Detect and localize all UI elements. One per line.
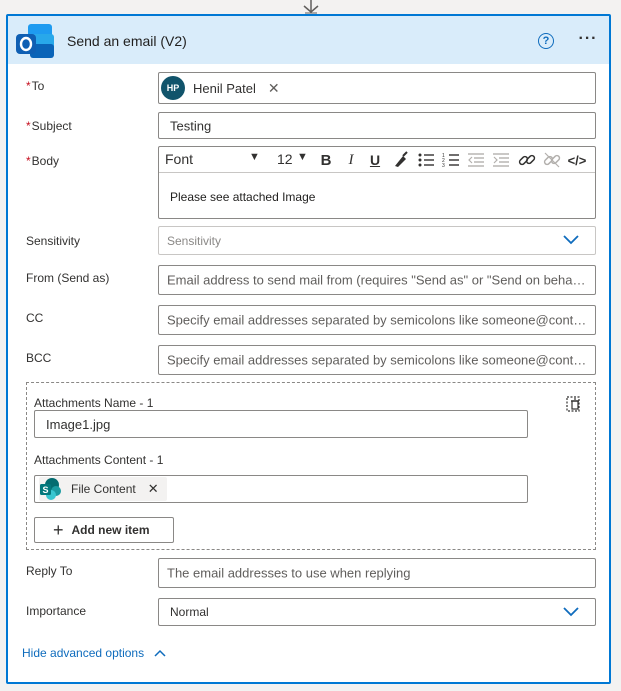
svg-text:S: S [43, 485, 49, 495]
chevron-down-icon [563, 607, 579, 617]
italic-icon[interactable]: I [341, 150, 361, 170]
highlight-icon[interactable] [391, 150, 411, 170]
bcc-placeholder: Specify email addresses separated by sem… [167, 352, 587, 368]
attachments-name-label: Attachments Name - 1 [34, 396, 154, 410]
attachments-group: Attachments Name - 1 Image1.jpg Attachme… [26, 382, 596, 550]
file-content-chip[interactable]: S File Content ✕ [39, 477, 167, 501]
remove-chip-icon[interactable]: ✕ [148, 481, 159, 497]
body-editor[interactable]: Font ▼ 12 ▼ B I U 123 </> Please see att… [158, 146, 596, 219]
recipient-name: Henil Patel [193, 80, 256, 96]
bcc-label: BCC [26, 351, 52, 365]
body-text: Please see attached Image [170, 190, 316, 204]
svg-text:3: 3 [442, 163, 445, 169]
reply-to-placeholder: The email addresses to use when replying [167, 565, 411, 581]
font-select[interactable]: Font [165, 151, 193, 167]
rich-text-toolbar: Font ▼ 12 ▼ B I U 123 </> [159, 147, 595, 173]
unlink-icon[interactable] [542, 150, 562, 170]
decrease-indent-icon[interactable] [466, 150, 486, 170]
bold-icon[interactable]: B [316, 150, 336, 170]
attachments-name-value: Image1.jpg [46, 417, 111, 432]
help-button[interactable]: ? [538, 33, 554, 49]
subject-value: Testing [170, 118, 212, 133]
bullet-list-icon[interactable] [416, 150, 436, 170]
hide-advanced-options-link[interactable]: Hide advanced options [22, 646, 166, 660]
chevron-down-icon [563, 235, 579, 245]
recipient-chip[interactable]: HP Henil Patel ✕ [161, 75, 288, 101]
sensitivity-label: Sensitivity [26, 234, 81, 248]
add-new-item-label: Add new item [71, 523, 150, 537]
add-new-item-button[interactable]: + Add new item [34, 517, 174, 543]
reply-to-input[interactable]: The email addresses to use when replying [158, 558, 596, 588]
underline-icon[interactable]: U [365, 150, 385, 170]
increase-indent-icon[interactable] [491, 150, 511, 170]
chevron-up-icon [154, 649, 166, 657]
from-label: From (Send as) [26, 271, 110, 285]
remove-recipient-icon[interactable]: ✕ [268, 80, 280, 97]
required-asterisk: * [26, 79, 31, 93]
sensitivity-placeholder: Sensitivity [167, 233, 222, 248]
cc-label: CC [26, 311, 44, 325]
connector-arrow-icon [303, 0, 319, 14]
font-size-dropdown-arrow-icon[interactable]: ▼ [297, 151, 308, 163]
required-asterisk: * [26, 119, 31, 133]
numbered-list-icon[interactable]: 123 [441, 150, 461, 170]
file-content-label: File Content [71, 482, 136, 496]
attachments-content-input[interactable]: S File Content ✕ [34, 475, 528, 503]
hide-advanced-label: Hide advanced options [22, 646, 145, 660]
from-input[interactable]: Email address to send mail from (require… [158, 265, 596, 295]
send-email-action-card: Send an email (V2) ? ··· *To HP Henil Pa… [6, 14, 611, 684]
outlook-logo-icon [16, 24, 54, 58]
font-size-select[interactable]: 12 [277, 151, 293, 167]
delete-item-icon[interactable] [565, 395, 583, 413]
importance-label: Importance [26, 604, 87, 618]
plus-icon: + [53, 520, 64, 540]
avatar: HP [161, 76, 185, 100]
required-asterisk: * [26, 154, 31, 168]
reply-to-label: Reply To [26, 564, 73, 578]
sharepoint-logo-icon: S [40, 478, 61, 500]
link-icon[interactable] [517, 150, 537, 170]
importance-dropdown[interactable]: Normal [158, 598, 596, 626]
body-label: *Body [26, 154, 60, 168]
font-dropdown-arrow-icon[interactable]: ▼ [249, 151, 260, 163]
attachments-content-label: Attachments Content - 1 [34, 453, 164, 467]
sensitivity-dropdown[interactable]: Sensitivity [158, 226, 596, 255]
card-header[interactable]: Send an email (V2) ? ··· [8, 16, 609, 64]
cc-input[interactable]: Specify email addresses separated by sem… [158, 305, 596, 335]
attachments-name-input[interactable]: Image1.jpg [34, 410, 528, 438]
cc-placeholder: Specify email addresses separated by sem… [167, 312, 587, 328]
importance-value: Normal [170, 605, 209, 619]
more-options-button[interactable]: ··· [574, 30, 602, 50]
from-placeholder: Email address to send mail from (require… [167, 272, 587, 288]
to-label: *To [26, 79, 45, 93]
subject-label: *Subject [26, 119, 72, 133]
code-view-icon[interactable]: </> [565, 150, 589, 170]
to-field[interactable]: HP Henil Patel ✕ [158, 72, 596, 104]
card-title: Send an email (V2) [67, 33, 187, 49]
bcc-input[interactable]: Specify email addresses separated by sem… [158, 345, 596, 375]
question-circle-icon: ? [542, 35, 550, 47]
subject-input[interactable]: Testing [158, 112, 596, 139]
